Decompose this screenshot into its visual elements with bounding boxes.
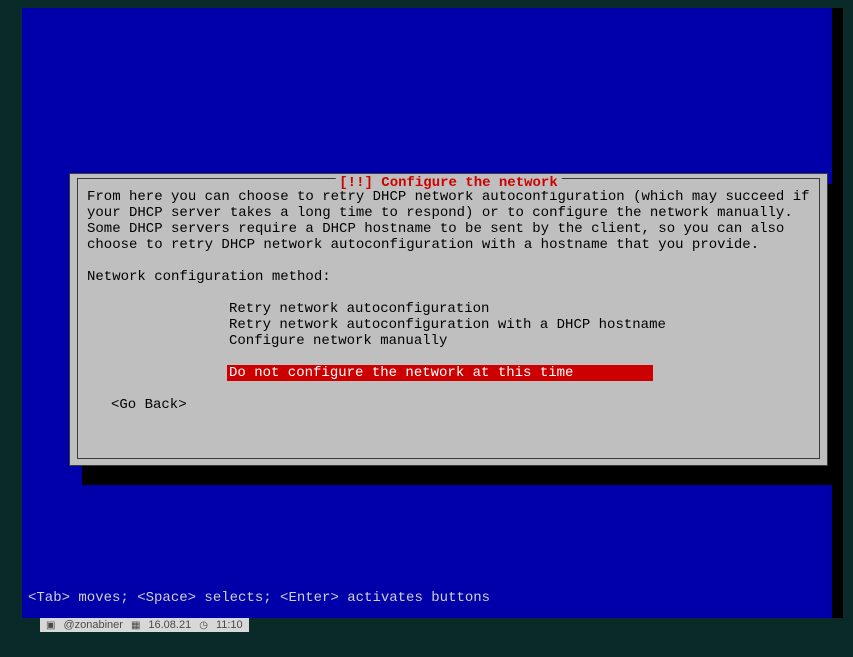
option-manual[interactable]: Configure network manually xyxy=(227,333,449,349)
dialog-prompt: Network configuration method: xyxy=(87,269,810,285)
dialog-box: [!!] Configure the network From here you… xyxy=(69,173,828,466)
dialog-title: [!!] Configure the network xyxy=(335,175,561,191)
status-user: @zonabiner xyxy=(63,619,122,631)
option-retry-autoconfig[interactable]: Retry network autoconfiguration xyxy=(227,301,491,317)
calendar-icon: ▦ xyxy=(131,620,140,631)
dialog-description: From here you can choose to retry DHCP n… xyxy=(87,189,810,253)
status-date: 16.08.21 xyxy=(148,619,191,631)
dialog-inner: [!!] Configure the network From here you… xyxy=(77,178,820,459)
camera-icon: ▣ xyxy=(46,620,55,631)
clock-icon: ◷ xyxy=(199,620,208,631)
option-retry-hostname[interactable]: Retry network autoconfiguration with a D… xyxy=(227,317,668,333)
installer-screen: [!!] Configure the network From here you… xyxy=(22,8,832,618)
status-time: 11:10 xyxy=(216,619,243,631)
option-list: Retry network autoconfiguration Retry ne… xyxy=(227,301,810,381)
status-bar: ▣ @zonabiner ▦ 16.08.21 ◷ 11:10 xyxy=(40,618,249,632)
screen-shadow xyxy=(832,8,843,618)
footer-hint: <Tab> moves; <Space> selects; <Enter> ac… xyxy=(28,590,490,606)
go-back-button[interactable]: <Go Back> xyxy=(111,397,810,413)
option-do-not-configure[interactable]: Do not configure the network at this tim… xyxy=(227,365,653,381)
